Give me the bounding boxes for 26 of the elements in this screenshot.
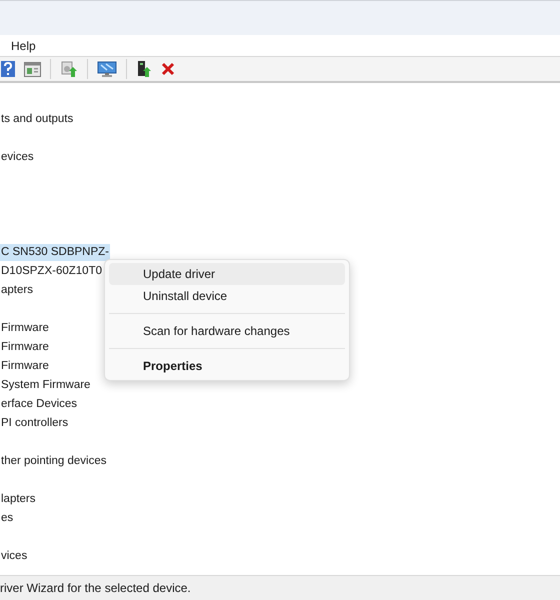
delete-icon[interactable] (161, 62, 175, 76)
help-icon[interactable] (1, 61, 15, 77)
tree-item[interactable]: Firmware (0, 320, 50, 337)
menu-item[interactable]: Help (0, 34, 47, 56)
tree-item[interactable]: D10SPZX-60Z10T0 (0, 263, 103, 280)
context-menu-item[interactable]: Scan for hardware changes (109, 320, 345, 342)
monitor-icon[interactable] (97, 60, 117, 78)
tree-item[interactable]: Firmware (0, 339, 50, 356)
tree-item[interactable]: C SN530 SDBPNPZ- (0, 244, 110, 261)
tree-item[interactable]: ts and outputs (0, 111, 74, 128)
tree-item[interactable]: vices (0, 548, 28, 565)
tree-item[interactable]: erface Devices (0, 396, 78, 413)
device-arrow-icon[interactable] (136, 60, 152, 78)
tree-item[interactable]: Firmware (0, 358, 50, 375)
context-menu-item[interactable]: Uninstall device (109, 285, 345, 307)
tree-item[interactable]: ther pointing devices (0, 453, 108, 470)
tree-item[interactable]: System Firmware (0, 377, 92, 394)
window-icon[interactable] (24, 62, 41, 76)
status-text: river Wizard for the selected device. (0, 580, 191, 597)
context-menu-item[interactable]: Update driver (109, 263, 345, 285)
tree-item[interactable]: lapters (0, 491, 37, 508)
tree-item[interactable]: apters (0, 282, 34, 299)
tree-item[interactable]: es (0, 510, 14, 527)
tree-item[interactable]: evices (0, 149, 35, 166)
context-menu-item[interactable]: Properties (109, 355, 345, 377)
tree-item[interactable]: PI controllers (0, 415, 70, 432)
